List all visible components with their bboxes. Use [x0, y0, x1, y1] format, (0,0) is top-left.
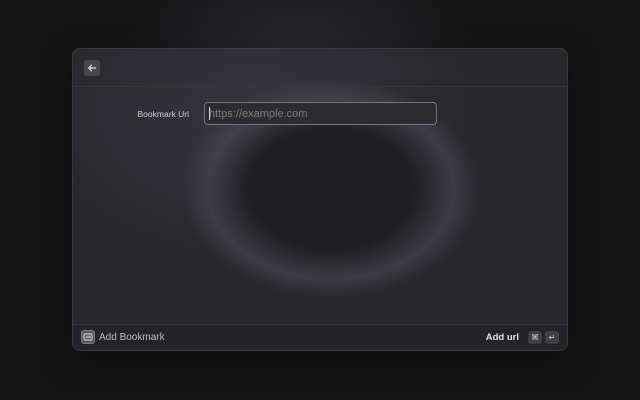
- bookmark-url-label: Bookmark Url: [137, 109, 189, 119]
- bookmark-url-input[interactable]: [204, 102, 437, 125]
- action-bar: Add Bookmark Add url ⌘ ↵: [73, 324, 567, 350]
- command-key-icon: ⌘: [528, 331, 542, 344]
- bookmark-app-icon: [81, 330, 95, 344]
- window-header: [73, 49, 567, 87]
- text-caret: [209, 107, 210, 120]
- arrow-left-icon: [87, 63, 97, 73]
- back-button[interactable]: [84, 60, 100, 76]
- bookmark-url-row: Bookmark Url: [73, 102, 567, 126]
- command-title: Add Bookmark: [99, 332, 165, 343]
- raycast-window: Bookmark Url Add Bookmark Add url ⌘ ↵: [72, 48, 568, 351]
- add-url-button[interactable]: Add url: [486, 325, 519, 350]
- return-key-icon: ↵: [545, 331, 559, 344]
